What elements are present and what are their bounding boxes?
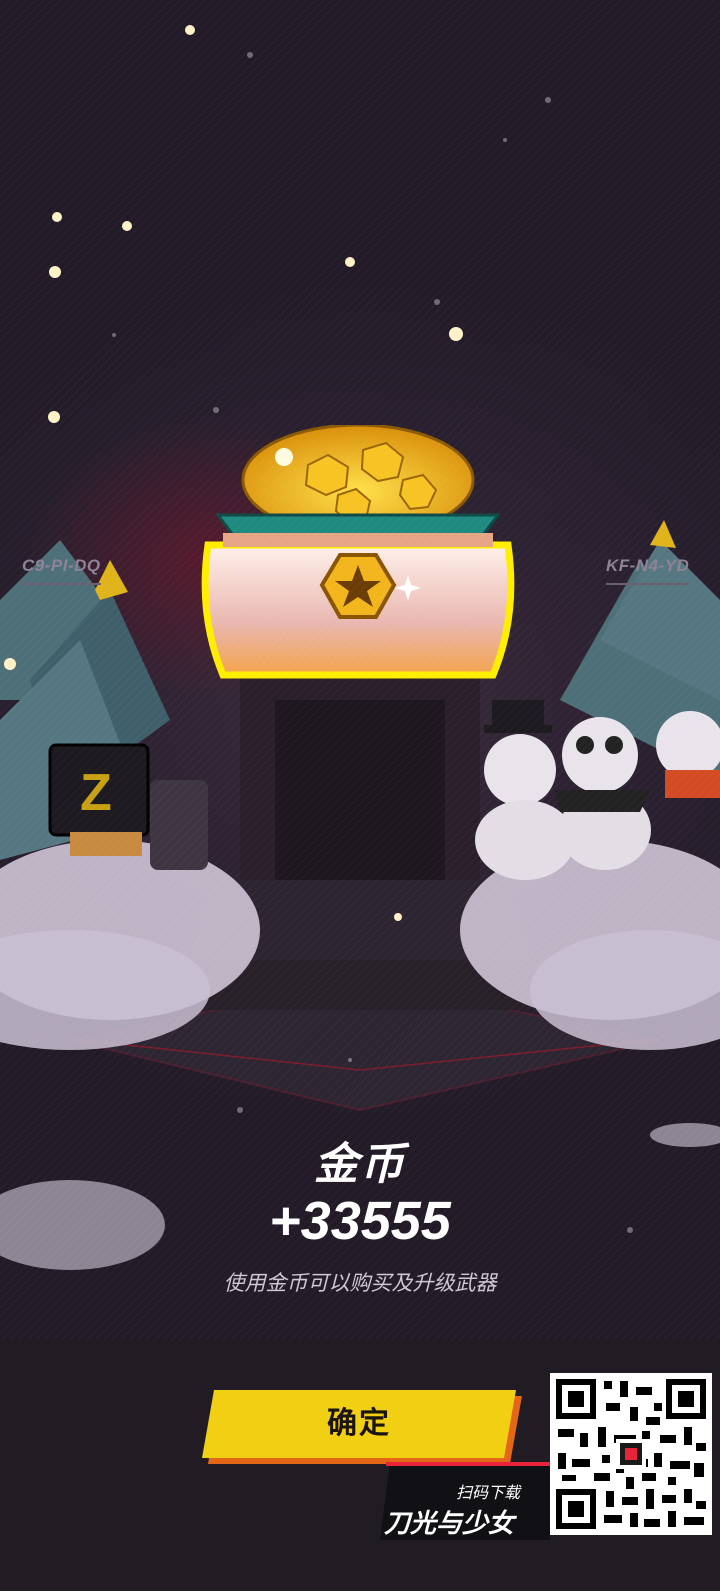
reward-title: 金币 [314,1139,406,1190]
promo-scan-label: 扫码下载 [456,1483,521,1502]
qr-code-icon [550,1373,712,1535]
left-zone-code: C9-PI-DQ [22,556,101,585]
gold-coin-chest-icon [201,425,515,679]
download-qr-code[interactable] [550,1373,712,1535]
reward-description: 使用金币可以购买及升级武器 [223,1271,497,1295]
reward-amount: +33555 [269,1191,451,1251]
svg-text:Z: Z [80,764,112,822]
confirm-button-label: 确定 [327,1407,391,1440]
promo-game-title: 刀光与少女 [384,1509,515,1539]
confirm-button[interactable]: 确定 [202,1390,516,1458]
right-zone-code: KF-N4-YD [606,556,690,585]
